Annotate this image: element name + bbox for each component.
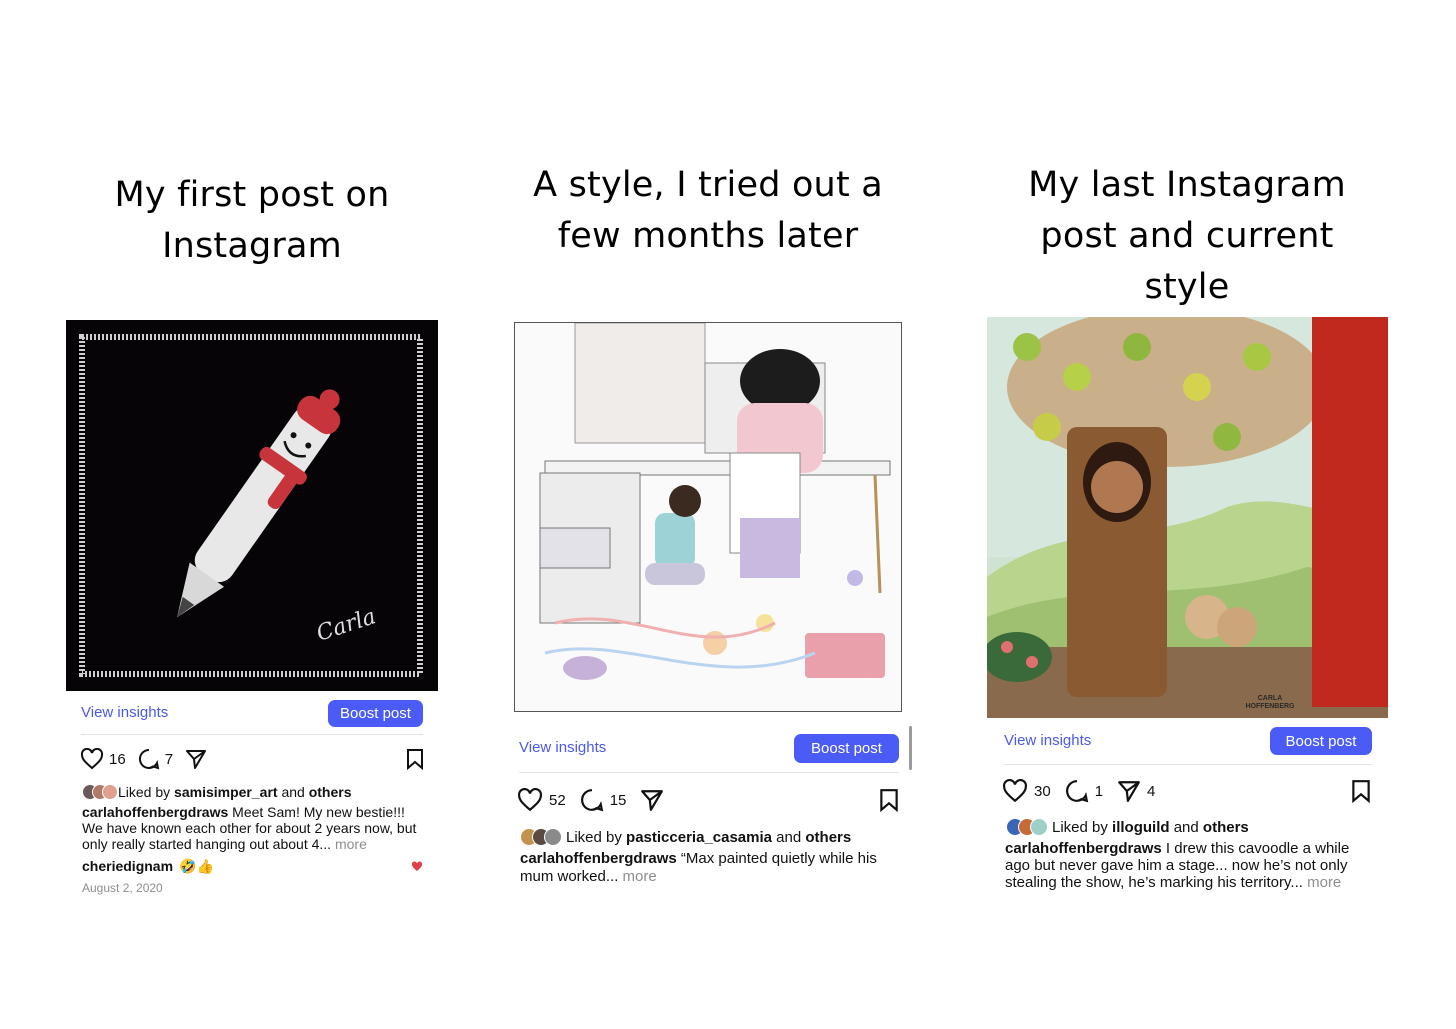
liked-by-prefix: Liked by [1052,818,1113,836]
post-caption: carlahoffenbergdraws “Max painted quietl… [520,850,890,886]
liker-avatars [82,784,118,800]
bookmark-button[interactable] [405,748,425,770]
liked-by-user[interactable]: samisimper_art [174,784,278,800]
boost-post-button[interactable]: Boost post [1270,727,1372,755]
liked-by: Liked by pasticceria_casamia and others [520,828,851,846]
comment-username[interactable]: cheriedignam [82,858,173,874]
comment-row: cheriedignam 🤣👍 [82,858,427,874]
post-caption: carlahoffenbergdraws I drew this cavoodl… [1005,840,1370,891]
post-2-image [514,322,902,712]
comment-icon [580,789,603,812]
share-icon [1118,781,1140,802]
share-icon [641,790,664,811]
liked-by-prefix: Liked by [118,784,175,800]
comment-button[interactable]: 1 [1065,779,1103,803]
share-icon [186,750,207,769]
avatar [544,828,562,846]
heart-icon [80,748,104,770]
liked-by-and: and [277,784,309,800]
post-1-actions: 16 7 [80,747,425,771]
divider [1004,764,1372,765]
boost-post-button[interactable]: Boost post [328,700,423,727]
column-2-heading: A style, I tried out a few months later [533,165,883,256]
bookmark-button[interactable] [878,788,900,812]
liked-by-others[interactable]: others [309,784,352,800]
heart-icon [1003,779,1027,803]
artist-watermark: CARLA HOFFENBERG [1245,695,1295,710]
divider [81,734,423,735]
liked-by-user[interactable]: pasticceria_casamia [626,829,772,846]
share-count: 4 [1147,782,1156,800]
post-date: August 2, 2020 [82,881,163,895]
scrollbar[interactable] [909,726,912,770]
liked-by: Liked by illoguild and others [1006,818,1249,836]
view-insights-link[interactable]: View insights [1004,732,1091,749]
share-button[interactable] [640,788,664,812]
liked-by-prefix: Liked by [566,828,627,846]
divider [519,772,899,773]
heart-icon[interactable] [411,860,423,872]
avatar [102,784,118,800]
more-link[interactable]: more [331,836,367,852]
post-caption: carlahoffenbergdraws Meet Sam! My new be… [82,804,422,852]
boost-post-button[interactable]: Boost post [794,734,899,763]
comment-count: 7 [164,750,174,768]
liker-avatars [520,828,562,846]
liked-by-others[interactable]: others [805,829,851,846]
post-3-image: CARLA HOFFENBERG [987,317,1388,718]
like-count: 16 [109,750,126,768]
column-3-heading: My last Instagram post and current style [1028,165,1346,307]
bookmark-icon [880,789,898,812]
comment-button[interactable]: 15 [580,788,627,812]
bookmark-icon [407,749,423,770]
like-count: 30 [1034,782,1051,800]
like-button[interactable]: 30 [1002,779,1051,803]
caption-username[interactable]: carlahoffenbergdraws [82,804,228,820]
liked-by: Liked by samisimper_art and others [82,784,352,800]
liked-by-and: and [1169,818,1203,836]
more-link[interactable]: more [618,868,657,885]
post-3-actions: 30 1 4 [1002,778,1372,804]
share-button[interactable]: 4 [1117,779,1155,803]
avatar [1030,818,1048,836]
view-insights-link[interactable]: View insights [519,739,606,756]
more-link[interactable]: more [1303,874,1341,891]
comment-count: 1 [1094,782,1104,800]
like-count: 52 [549,791,566,809]
liked-by-others[interactable]: others [1203,819,1249,836]
like-button[interactable]: 52 [517,788,566,812]
comment-text: 🤣👍 [179,858,214,874]
caption-username[interactable]: carlahoffenbergdraws [1005,840,1162,857]
bookmark-icon [1352,780,1370,803]
like-button[interactable]: 16 [80,748,126,770]
liked-by-user[interactable]: illoguild [1112,819,1170,836]
post-2-actions: 52 15 [517,787,900,813]
caption-username[interactable]: carlahoffenbergdraws [520,850,677,867]
comment-button[interactable]: 7 [138,748,173,770]
comment-icon [1065,780,1088,803]
comment-count: 15 [609,791,627,809]
liked-by-and: and [772,828,806,846]
liker-avatars [1006,818,1048,836]
post-1-image: Carla [66,320,438,691]
view-insights-link[interactable]: View insights [81,704,168,721]
heart-icon [518,788,542,812]
bookmark-button[interactable] [1350,779,1372,803]
share-button[interactable] [185,748,207,770]
comment-icon [138,748,159,770]
column-1-heading: My first post on Instagram [114,175,390,266]
